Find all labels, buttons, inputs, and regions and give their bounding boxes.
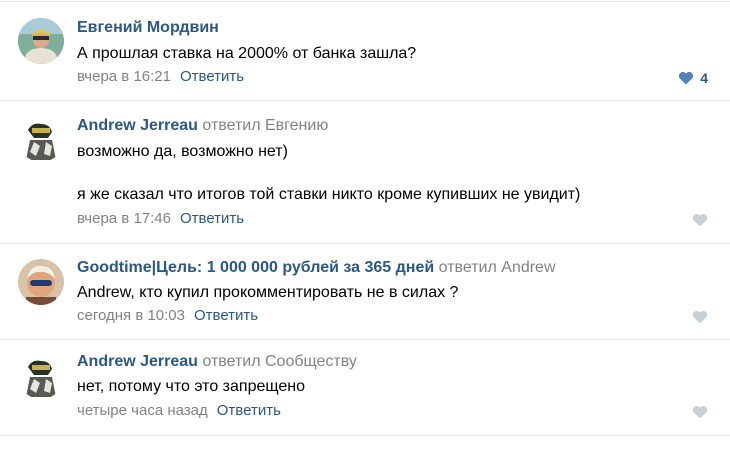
comment-date[interactable]: сегодня в 10:03 bbox=[77, 307, 185, 324]
reply-button[interactable]: Ответить bbox=[180, 210, 244, 227]
comment-author: Andrew Jerreau ответил Сообществу bbox=[77, 353, 357, 371]
comment-meta: вчера в 17:46 Ответить bbox=[77, 210, 244, 228]
author-name-link[interactable]: Andrew Jerreau bbox=[77, 353, 198, 370]
heart-icon bbox=[692, 213, 708, 227]
avatar[interactable] bbox=[18, 353, 64, 399]
comment-text-line: я же сказал что итогов той ставки никто … bbox=[77, 186, 581, 203]
replied-to-label[interactable]: ответил Сообществу bbox=[202, 353, 356, 370]
replied-to-label[interactable]: ответил Andrew bbox=[439, 259, 556, 276]
comment-date[interactable]: четыре часа назад bbox=[77, 402, 208, 419]
comment-item: Andrew Jerreau ответил Сообществу нет, п… bbox=[0, 340, 730, 435]
reply-button[interactable]: Ответить bbox=[180, 68, 244, 85]
comment-item: Andrew Jerreau ответил Евгению возможно … bbox=[0, 101, 730, 243]
heart-icon bbox=[692, 310, 708, 324]
heart-icon bbox=[679, 71, 694, 85]
like-count: 4 bbox=[700, 70, 708, 86]
avatar[interactable] bbox=[18, 18, 64, 64]
avatar[interactable] bbox=[18, 259, 64, 305]
comment-author: Евгений Мордвин bbox=[77, 19, 219, 37]
avatar[interactable] bbox=[18, 116, 64, 162]
like-button[interactable]: 4 bbox=[678, 70, 708, 86]
comment-author: Andrew Jerreau ответил Евгению bbox=[77, 117, 328, 135]
author-name-link[interactable]: Andrew Jerreau bbox=[77, 117, 198, 134]
like-button[interactable] bbox=[692, 213, 708, 227]
like-button[interactable] bbox=[692, 310, 708, 324]
comment-text: возможно да, возможно нет) bbox=[77, 143, 288, 160]
comment-meta: сегодня в 10:03 Ответить bbox=[77, 307, 258, 325]
comment-date[interactable]: вчера в 16:21 bbox=[77, 68, 171, 85]
comment-text: А прошлая ставка на 2000% от банка зашла… bbox=[77, 45, 417, 62]
author-name-link[interactable]: Goodtime|Цель: 1 000 000 рублей за 365 д… bbox=[77, 259, 434, 276]
replied-to-label[interactable]: ответил Евгению bbox=[202, 117, 328, 134]
heart-icon bbox=[692, 405, 708, 419]
comment-meta: четыре часа назад Ответить bbox=[77, 402, 281, 420]
comment-author: Goodtime|Цель: 1 000 000 рублей за 365 д… bbox=[77, 259, 556, 277]
comment-text: нет, потому что это запрещено bbox=[77, 378, 305, 395]
comment-text: Andrew, кто купил прокомментировать не в… bbox=[77, 284, 459, 301]
comment-item: Евгений Мордвин А прошлая ставка на 2000… bbox=[0, 0, 730, 100]
reply-button[interactable]: Ответить bbox=[217, 402, 281, 419]
comment-separator bbox=[0, 435, 730, 436]
author-name-link[interactable]: Евгений Мордвин bbox=[77, 19, 219, 36]
comment-date[interactable]: вчера в 17:46 bbox=[77, 210, 171, 227]
comment-item: Goodtime|Цель: 1 000 000 рублей за 365 д… bbox=[0, 244, 730, 339]
like-button[interactable] bbox=[692, 405, 708, 419]
comment-meta: вчера в 16:21 Ответить bbox=[77, 68, 244, 86]
reply-button[interactable]: Ответить bbox=[194, 307, 258, 324]
